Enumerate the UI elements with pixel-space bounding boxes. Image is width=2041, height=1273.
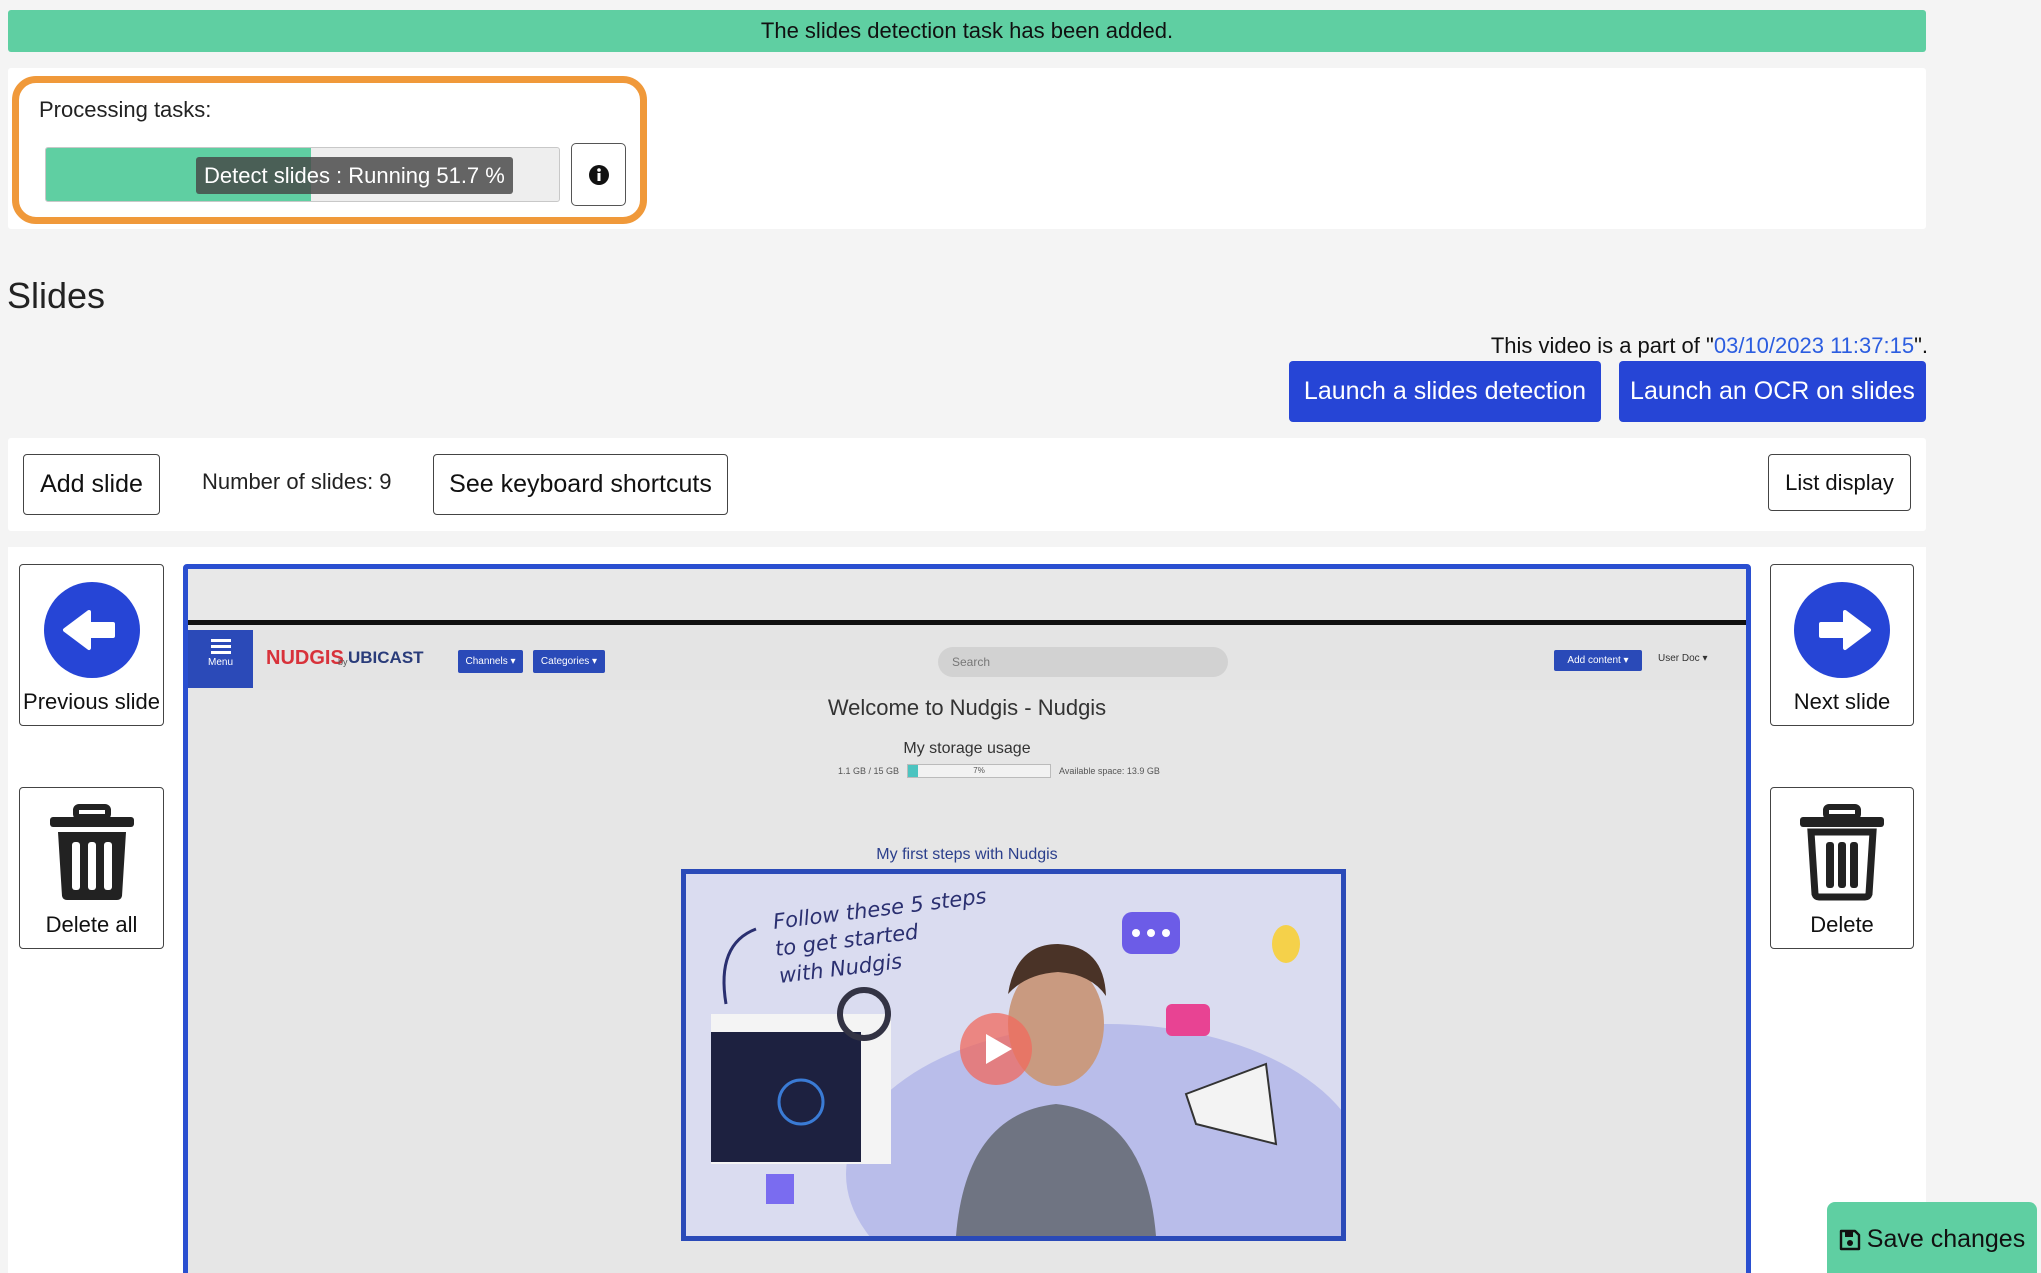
- preview-channels: Channels ▾: [458, 650, 523, 673]
- preview-add-content: Add content ▾: [1554, 650, 1642, 671]
- success-notice: The slides detection task has been added…: [8, 10, 1926, 52]
- keyboard-shortcuts-button[interactable]: See keyboard shortcuts: [433, 454, 728, 515]
- hamburger-icon: [210, 639, 231, 654]
- list-display-button[interactable]: List display: [1768, 454, 1911, 511]
- viewer-top-strip: [188, 569, 1746, 625]
- video-part-of-text: This video is a part of "03/10/2023 11:3…: [1491, 333, 1928, 359]
- trash-outline-icon: [1800, 804, 1884, 901]
- preview-search: Search: [938, 647, 1228, 677]
- previous-slide-button[interactable]: Previous slide: [19, 564, 164, 726]
- part-of-prefix: This video is a part of ": [1490, 333, 1714, 358]
- preview-categories: Categories ▾: [533, 650, 605, 673]
- next-slide-button[interactable]: Next slide: [1770, 564, 1914, 726]
- preview-storage-bar: 7%: [907, 764, 1052, 778]
- preview-menu-label: Menu: [207, 657, 233, 668]
- preview-brand: UBICAST: [348, 648, 424, 667]
- previous-slide-label: Previous slide: [23, 689, 160, 714]
- preview-storage-available: Available space: 13.9 GB: [1059, 766, 1160, 776]
- info-icon: [588, 164, 609, 185]
- slides-count: Number of slides: 9: [202, 469, 392, 494]
- part-of-channel-link[interactable]: 03/10/2023 11:37:15: [1714, 333, 1914, 358]
- part-of-suffix: ".: [1914, 333, 1928, 358]
- delete-label: Delete: [1810, 912, 1874, 937]
- arrow-right-circle-icon: [1794, 582, 1890, 678]
- preview-menu-button: Menu: [188, 630, 253, 688]
- preview-storage-title: My storage usage: [903, 740, 1031, 757]
- task-progress-text: Detect slides : Running 51.7 %: [196, 157, 513, 194]
- preview-storage-percent: 7%: [973, 766, 985, 775]
- floppy-disk-icon: [1839, 1229, 1860, 1250]
- processing-tasks-label: Processing tasks:: [39, 97, 212, 122]
- add-slide-button[interactable]: Add slide: [23, 454, 160, 515]
- task-info-button[interactable]: [571, 143, 626, 206]
- delete-all-label: Delete all: [45, 912, 138, 937]
- delete-slide-button[interactable]: Delete: [1770, 787, 1914, 949]
- preview-welcome: Welcome to Nudgis - Nudgis: [827, 695, 1107, 720]
- preview-logo: NUDGIS: [266, 647, 344, 669]
- preview-first-steps: My first steps with Nudgis: [876, 846, 1058, 863]
- delete-all-button[interactable]: Delete all: [19, 787, 164, 949]
- preview-storage-row: 1.1 GB / 15 GB 7% Available space: 13.9 …: [838, 764, 1160, 778]
- slide-viewer[interactable]: Menu NUDGIS by UBICAST Channels ▾ Catego…: [183, 564, 1751, 1273]
- preview-by: by: [338, 657, 348, 667]
- trash-icon: [49, 804, 134, 900]
- slides-title: Slides: [7, 275, 106, 316]
- preview-video-thumbnail: Follow these 5 steps to get started with…: [681, 869, 1346, 1241]
- task-progress-bar: Detect slides : Running 51.7 %: [45, 147, 560, 202]
- notice-text: The slides detection task has been added…: [760, 18, 1174, 43]
- save-changes-button[interactable]: Save changes: [1827, 1202, 2037, 1273]
- arrow-left-circle-icon: [43, 582, 140, 678]
- launch-slides-detection-button[interactable]: Launch a slides detection: [1289, 361, 1601, 422]
- video-illustration: Follow these 5 steps to get started with…: [686, 874, 1341, 1236]
- save-changes-label: Save changes: [1866, 1225, 2026, 1253]
- launch-ocr-button[interactable]: Launch an OCR on slides: [1619, 361, 1926, 422]
- next-slide-label: Next slide: [1793, 689, 1891, 714]
- preview-user: User Doc ▾: [1658, 653, 1708, 664]
- preview-storage-used: 1.1 GB / 15 GB: [838, 766, 900, 776]
